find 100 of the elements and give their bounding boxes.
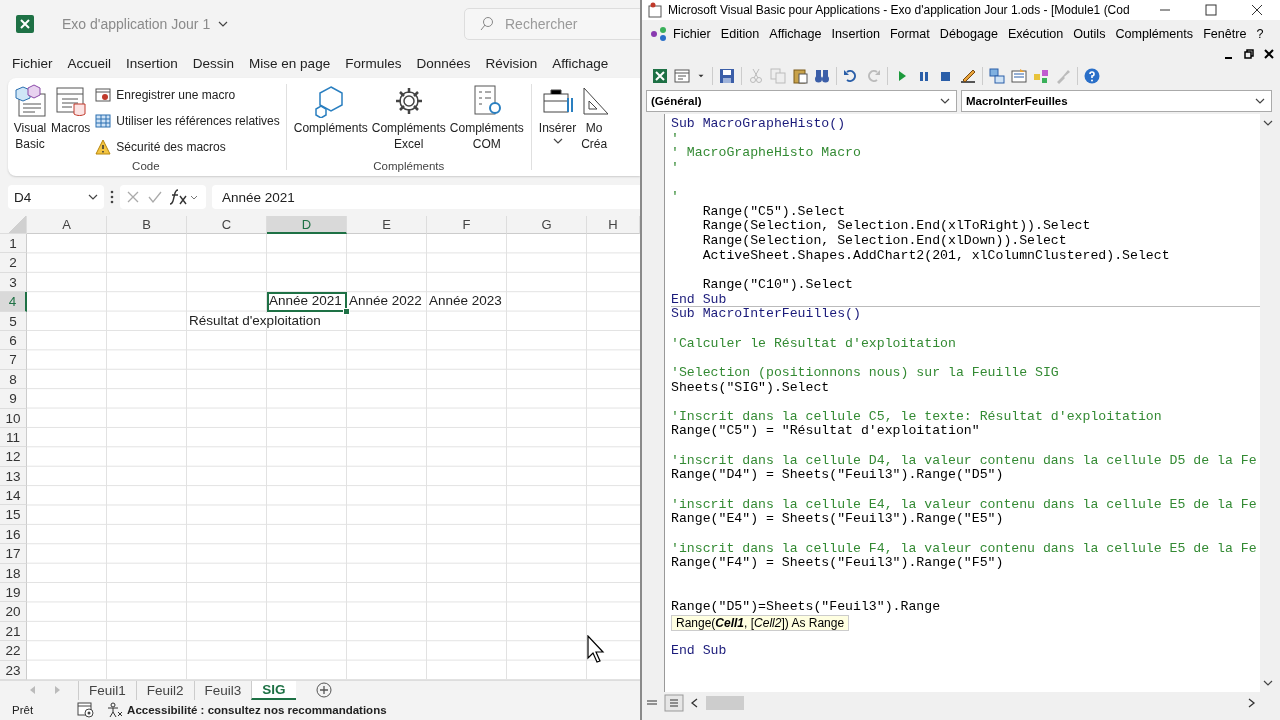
undo-icon[interactable] <box>843 68 859 84</box>
vba-app-icon <box>650 26 668 42</box>
chevron-down-icon <box>218 21 229 27</box>
code-line: Range("C5") = "Résultat d'exploitation" <box>671 423 980 439</box>
row-header[interactable]: 19 <box>0 583 27 603</box>
row-header[interactable]: 20 <box>0 602 27 622</box>
spreadsheet-grid[interactable]: A B C D E F G H 1 2 3 4 Année 2021 Année 2022 Année 2023 5 Résultat d'exploitation 6 7 8 9 10 11 12 13 14 15 16 17 18 19 20 21 22 23 <box>0 216 640 680</box>
column-header[interactable]: F <box>427 216 507 234</box>
sheet-tab[interactable]: Feuil1 <box>78 681 136 700</box>
code-comment: ' <box>671 130 679 146</box>
menu-tab[interactable]: Données <box>416 55 471 71</box>
code-line: Range("D4") = Sheets("Feuil3").Range("D5") <box>671 467 1004 483</box>
scroll-right-icon[interactable] <box>1248 698 1256 708</box>
search-icon <box>479 16 495 32</box>
column-header[interactable]: D <box>267 216 347 234</box>
menu-item[interactable]: Insertion <box>826 27 885 41</box>
menu-tab[interactable]: Formules <box>345 55 402 71</box>
check-icon <box>148 190 162 204</box>
menu-tab[interactable]: Fichier <box>12 55 53 71</box>
procedure-dropdown[interactable]: MacroInterFeuilles <box>961 90 1272 112</box>
menu-item[interactable]: Edition <box>715 27 765 41</box>
menu-item[interactable]: Affichage <box>764 27 827 41</box>
menu-tab[interactable]: Mise en page <box>249 55 331 71</box>
sheet-tab[interactable]: Feuil2 <box>135 681 194 700</box>
code-comment: 'Inscrit dans la cellule C5, le texte: Résultat d'exploitation <box>671 408 1162 424</box>
menu-item[interactable]: Format <box>884 27 935 41</box>
code-line: End Sub <box>671 643 727 659</box>
column-header[interactable]: A <box>27 216 107 234</box>
ruler-pencil-icon[interactable] <box>960 68 976 84</box>
column-header[interactable]: B <box>107 216 187 234</box>
ribbon-button[interactable]: Compléments <box>292 82 369 160</box>
menu-item[interactable]: Fenêtre <box>1198 27 1252 41</box>
restore-icon[interactable] <box>1244 48 1254 60</box>
menu-item[interactable]: ? <box>1251 27 1269 41</box>
row-header[interactable]: 2 <box>0 253 27 273</box>
column-header[interactable]: E <box>347 216 427 234</box>
row-header[interactable]: 1 <box>0 234 27 254</box>
row-header[interactable]: 22 <box>0 641 27 661</box>
ribbon-button[interactable]: Insérer <box>537 82 578 176</box>
column-header[interactable]: G <box>507 216 587 234</box>
menu-tab[interactable]: Dessin <box>192 55 235 71</box>
code-comment: 'inscrit dans la cellule E4, la valeur contenu dans la cellule E5 de la Fe <box>671 496 1257 512</box>
code-editor[interactable] <box>665 114 1260 692</box>
add-sheet-icon[interactable] <box>315 682 332 699</box>
code-line: Sub MacroInterFeuilles() <box>671 306 861 322</box>
binoculars-icon[interactable] <box>814 68 830 84</box>
ribbon-button[interactable]: Utiliser les références relatives <box>95 110 280 132</box>
code-comment: ' <box>671 189 679 205</box>
menu-tab[interactable]: Affichage <box>552 55 609 71</box>
scrollbar-thumb[interactable] <box>706 696 744 710</box>
ribbon-button[interactable]: Sécurité des macros <box>95 136 280 158</box>
menu-item[interactable]: Fichier <box>668 27 716 41</box>
row-header[interactable]: 15 <box>0 505 27 525</box>
name-box[interactable]: D4 <box>8 185 104 209</box>
column-header[interactable]: H <box>587 216 640 234</box>
help-icon[interactable] <box>1084 68 1100 84</box>
column-header[interactable]: C <box>187 216 267 234</box>
row-header[interactable]: 7 <box>0 350 27 370</box>
ribbon-button[interactable]: Compléments Excel <box>370 82 447 160</box>
module-view-icon[interactable] <box>664 694 684 712</box>
row-header[interactable]: 4 <box>0 292 27 312</box>
clipboard-icon[interactable] <box>792 68 808 84</box>
properties-icon[interactable] <box>1011 68 1027 84</box>
code-line: End Sub <box>671 291 727 307</box>
code-comment: ' <box>671 159 679 175</box>
formula-field[interactable]: Année 2021 <box>212 185 640 209</box>
ribbon-button[interactable]: Mo Créa <box>579 82 610 176</box>
menu-tab[interactable]: Insertion <box>126 55 178 71</box>
caret-icon <box>552 138 563 144</box>
row-header[interactable]: 12 <box>0 447 27 467</box>
object-dropdown[interactable]: (Général) <box>646 90 957 112</box>
accessibility-link[interactable]: Accessibilité : consultez nos recommandations <box>127 704 387 717</box>
row-header[interactable]: 17 <box>0 544 27 564</box>
window-title: Microsoft Visual Basic pour Applications - Exo d'application Jour 1.ods - [Module1 (Cod <box>668 3 1130 17</box>
menu-item[interactable]: Outils <box>1068 27 1111 41</box>
grid-icon <box>95 113 112 129</box>
menu-item[interactable]: Débogage <box>934 27 1003 41</box>
function-icon <box>170 189 200 205</box>
record-macro-icon <box>95 87 112 103</box>
spreadsheet-icon[interactable] <box>652 68 668 84</box>
status-text: Prêt <box>12 704 34 717</box>
close-icon[interactable] <box>1264 48 1274 60</box>
menu-item[interactable]: Exécution <box>1002 27 1069 41</box>
save-icon[interactable] <box>719 68 735 84</box>
row-header[interactable]: 14 <box>0 486 27 506</box>
sheet-tab[interactable]: SIG <box>251 681 296 700</box>
row-header[interactable]: 9 <box>0 389 27 409</box>
active-cell[interactable]: Année 2021 <box>267 292 347 312</box>
code-line: Range("C5").Select <box>701 203 846 219</box>
ribbon-button[interactable]: Visual Basic <box>12 82 48 160</box>
menu-tab[interactable]: Accueil <box>67 55 112 71</box>
group-label: Compléments <box>373 160 445 174</box>
scroll-left-icon[interactable] <box>690 698 698 708</box>
ribbon-button[interactable]: Compléments COM <box>448 82 525 160</box>
menu-tab[interactable]: Révision <box>485 55 538 71</box>
ribbon-button[interactable]: Enregistrer une macro <box>95 84 280 106</box>
ribbon-button[interactable]: Macros <box>50 82 92 160</box>
menu-item[interactable]: Compléments <box>1110 27 1199 41</box>
form-icon[interactable] <box>674 68 690 84</box>
code-line: Range("D5")=Sheets("Feuil3").Range <box>671 599 941 615</box>
